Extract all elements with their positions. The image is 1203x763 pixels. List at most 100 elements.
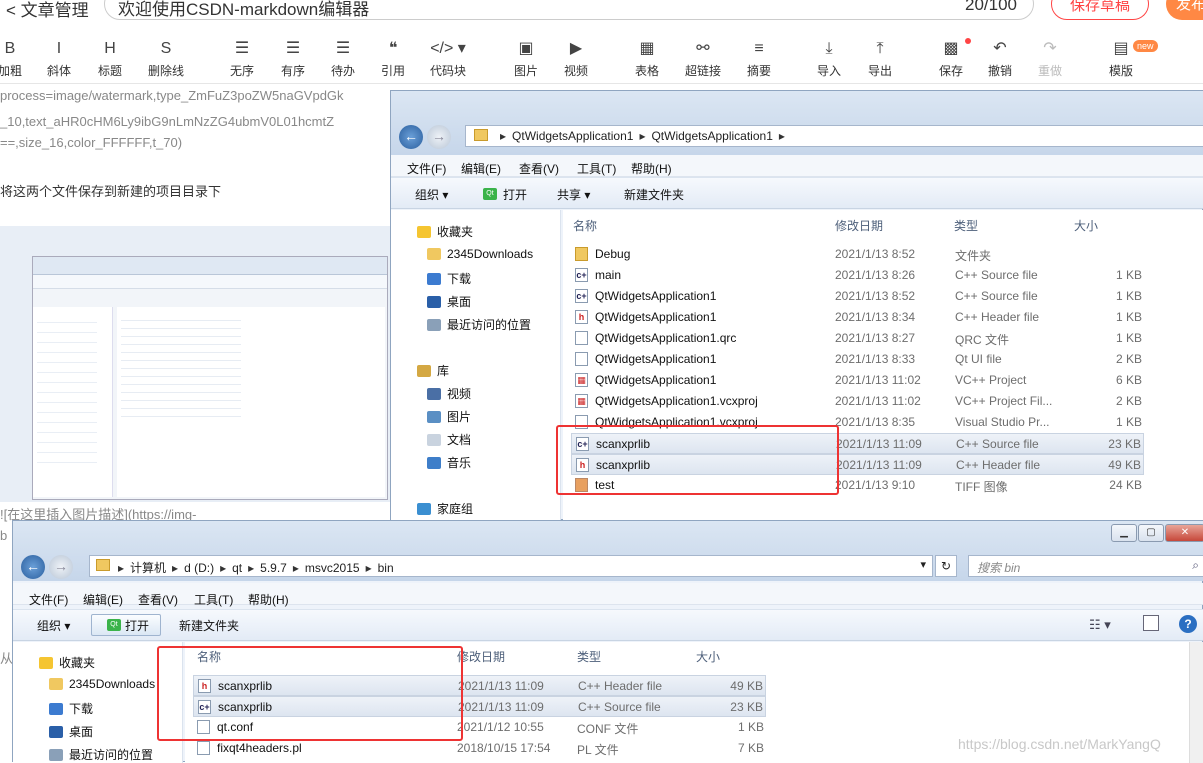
view-options-icon[interactable]: ☷ ▾ xyxy=(1089,617,1111,633)
back-arrow-icon[interactable]: ← xyxy=(21,555,45,579)
nav-item[interactable]: 桌面 xyxy=(49,723,93,740)
file-date: 2021/1/13 11:09 xyxy=(836,437,922,451)
toolbar-button-video[interactable]: ▶ 视频 xyxy=(546,38,606,79)
address-bar[interactable]: ▸ 计算机 ▸ d (D:) ▸ qt ▸ 5.9.7 ▸ msvc2015 ▸ bin ▾ xyxy=(89,555,933,577)
menu-item[interactable]: 编辑(E) xyxy=(83,591,123,608)
share-button[interactable]: 共享 ▾ xyxy=(557,186,590,203)
file-row[interactable]: ▦ QtWidgetsApplication1 2021/1/13 11:02 VC+… xyxy=(571,370,1144,391)
nav-item[interactable]: 最近访问的位置 xyxy=(427,316,531,333)
column-header-type[interactable]: 类型 xyxy=(577,648,601,665)
refresh-icon[interactable]: ↻ xyxy=(935,555,957,577)
breadcrumb-item[interactable]: 计算机 xyxy=(130,561,166,575)
breadcrumb-item[interactable]: 5.9.7 xyxy=(260,561,287,575)
maximize-button[interactable]: ▢ xyxy=(1138,524,1164,542)
file-row[interactable]: ▦ QtWidgetsApplication1.vcxproj 2021/1/13 … xyxy=(571,391,1144,412)
nav-item[interactable]: 最近访问的位置 xyxy=(49,746,153,763)
nav-item[interactable]: 下载 xyxy=(427,270,471,287)
nav-item[interactable]: 图片 xyxy=(427,408,471,425)
column-header-name[interactable]: 名称 xyxy=(573,217,597,234)
menu-item[interactable]: 帮助(H) xyxy=(631,160,672,177)
menu-item[interactable]: 编辑(E) xyxy=(461,160,501,177)
menu-item[interactable]: 帮助(H) xyxy=(248,591,289,608)
back-arrow-icon[interactable]: ← xyxy=(399,125,423,149)
toolbar-button-table[interactable]: ▦ 表格 xyxy=(617,38,677,79)
nav-item[interactable]: 收藏夹 xyxy=(39,654,95,671)
nav-item[interactable]: 2345Downloads xyxy=(427,247,533,261)
toolbar-button-redo[interactable]: ↷ 重做 xyxy=(1020,38,1080,79)
nav-item[interactable]: 库 xyxy=(417,362,449,379)
menu-item[interactable]: 查看(V) xyxy=(138,591,178,608)
organize-button[interactable]: 组织 ▾ xyxy=(37,617,70,634)
menu-item[interactable]: 文件(F) xyxy=(407,160,446,177)
minimize-button[interactable]: ▁ xyxy=(1111,524,1137,542)
file-row[interactable]: c+ QtWidgetsApplication1 2021/1/13 8:52 C++… xyxy=(571,286,1144,307)
vertical-scrollbar[interactable] xyxy=(1189,642,1203,763)
file-name: QtWidgetsApplication1 xyxy=(595,352,717,366)
menu-item[interactable]: 工具(T) xyxy=(194,591,233,608)
toolbar-button-link[interactable]: ⚯ 超链接 xyxy=(673,38,733,79)
nav-item[interactable]: 文档 xyxy=(427,431,471,448)
file-type: Visual Studio Pr... xyxy=(955,415,1050,429)
breadcrumb-item[interactable]: qt xyxy=(232,561,242,575)
help-icon[interactable]: ? xyxy=(1179,615,1197,633)
file-row[interactable]: QtWidgetsApplication1 2021/1/13 8:33 Qt UI… xyxy=(571,349,1144,370)
nav-item[interactable]: 收藏夹 xyxy=(417,223,473,240)
toolbar-button-summary[interactable]: ≡ 摘要 xyxy=(729,38,789,79)
toolbar-button-heading[interactable]: H 标题 xyxy=(80,38,140,79)
open-button[interactable]: 打开 xyxy=(503,186,527,203)
table-icon: ▦ xyxy=(639,40,655,57)
menu-item[interactable]: 文件(F) xyxy=(29,591,68,608)
toolbar-button-export[interactable]: ⤒ 导出 xyxy=(850,38,910,79)
address-bar[interactable]: ▸ QtWidgetsApplication1 ▸ QtWidgetsApplicat… xyxy=(465,125,1203,147)
save-draft-button[interactable]: 保存草稿 xyxy=(1051,0,1149,20)
file-size: 1 KB xyxy=(1115,415,1142,429)
file-row[interactable]: c+ main 2021/1/13 8:26 C++ Source file 1 KB xyxy=(571,265,1144,286)
file-row[interactable]: h QtWidgetsApplication1 2021/1/13 8:34 C++ … xyxy=(571,307,1144,328)
nav-icon xyxy=(417,226,431,238)
file-type: C++ Source file xyxy=(578,700,661,714)
breadcrumb-item[interactable]: d (D:) xyxy=(184,561,214,575)
file-row[interactable]: fixqt4headers.pl 2018/10/15 17:54 PL 文件 7 K… xyxy=(193,738,766,759)
column-header-date[interactable]: 修改日期 xyxy=(835,217,883,234)
search-input[interactable]: 搜索 bin ⌕ xyxy=(968,555,1203,577)
nav-item[interactable]: 家庭组 xyxy=(417,500,473,517)
breadcrumb-item[interactable]: QtWidgetsApplication1 xyxy=(651,129,772,143)
toolbar-button-code-block[interactable]: </> ▾ 代码块 xyxy=(418,38,478,79)
new-badge: new xyxy=(1133,40,1158,52)
file-size: 1 KB xyxy=(1115,310,1142,324)
file-type: C++ Source file xyxy=(955,289,1038,303)
nav-item[interactable]: 桌面 xyxy=(427,293,471,310)
menu-item[interactable]: 查看(V) xyxy=(519,160,559,177)
chevron-down-icon[interactable]: ▾ xyxy=(920,558,926,571)
column-header-date[interactable]: 修改日期 xyxy=(457,648,505,665)
nav-item[interactable]: 视频 xyxy=(427,385,471,402)
nav-item[interactable]: 音乐 xyxy=(427,454,471,471)
new-folder-button[interactable]: 新建文件夹 xyxy=(624,186,684,203)
forward-arrow-icon[interactable]: → xyxy=(427,125,451,149)
column-header-size[interactable]: 大小 xyxy=(1074,217,1098,234)
close-button[interactable]: ✕ xyxy=(1165,524,1203,542)
preview-pane-icon[interactable] xyxy=(1143,615,1159,631)
toolbar-label: 模版 xyxy=(1108,64,1133,78)
file-row[interactable]: Debug 2021/1/13 8:52 文件夹 xyxy=(571,244,1144,265)
toolbar-button-strikethrough[interactable]: S 删除线 xyxy=(136,38,196,79)
breadcrumb-item[interactable]: bin xyxy=(378,561,394,575)
file-type: C++ Source file xyxy=(956,437,1039,451)
back-to-article-management-link[interactable]: < 文章管理 xyxy=(6,0,89,21)
organize-button[interactable]: 组织 ▾ xyxy=(415,186,448,203)
breadcrumb-item[interactable]: msvc2015 xyxy=(305,561,360,575)
file-date: 2021/1/13 8:27 xyxy=(835,331,916,345)
menu-item[interactable]: 工具(T) xyxy=(577,160,616,177)
column-header-size[interactable]: 大小 xyxy=(696,648,720,665)
toolbar-button-quote[interactable]: ❝ 引用 xyxy=(363,38,423,79)
column-header-type[interactable]: 类型 xyxy=(954,217,978,234)
nav-item[interactable]: 2345Downloads xyxy=(49,677,155,691)
forward-arrow-icon[interactable]: → xyxy=(49,555,73,579)
open-button[interactable]: 打开 xyxy=(125,617,149,634)
nav-icon xyxy=(417,365,431,377)
breadcrumb-item[interactable]: QtWidgetsApplication1 xyxy=(512,129,633,143)
file-row[interactable]: QtWidgetsApplication1.qrc 2021/1/13 8:27 Q… xyxy=(571,328,1144,349)
file-size: 1 KB xyxy=(1115,289,1142,303)
new-folder-button[interactable]: 新建文件夹 xyxy=(179,617,239,634)
nav-item[interactable]: 下载 xyxy=(49,700,93,717)
